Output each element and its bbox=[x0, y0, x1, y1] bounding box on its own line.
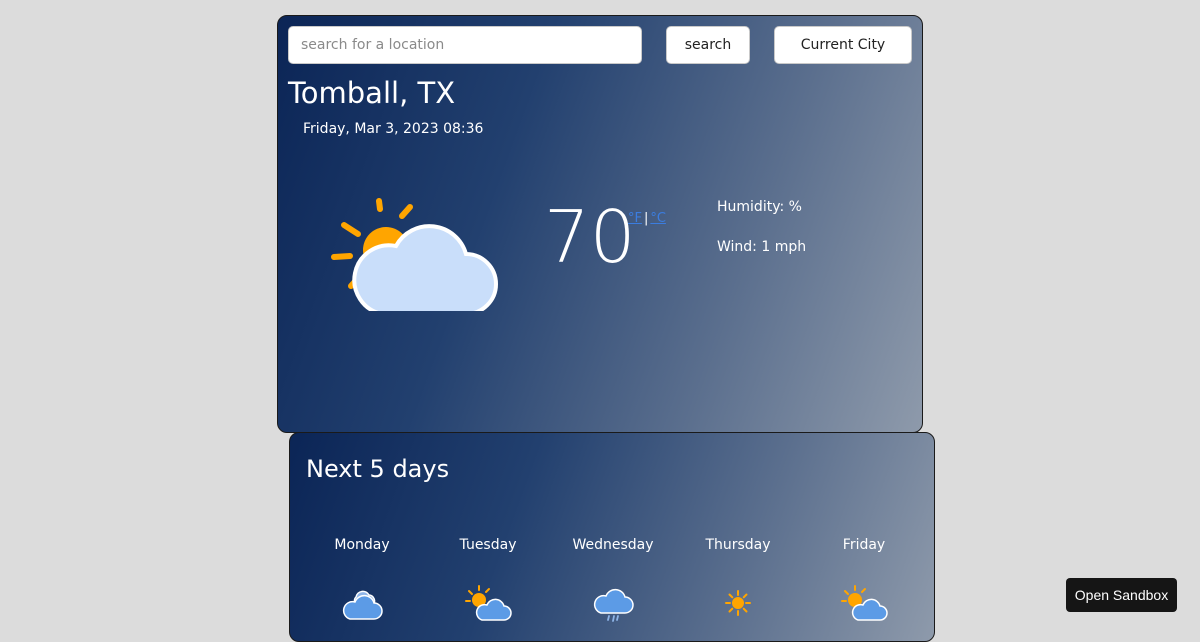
forecast-card: Next 5 days Monday Tuesday Wednesday Thu… bbox=[289, 432, 935, 642]
sun-icon bbox=[725, 590, 751, 616]
forecast-day: Tuesday bbox=[428, 537, 548, 623]
forecast-day-name: Thursday bbox=[705, 537, 771, 553]
forecast-day: Friday bbox=[804, 537, 924, 623]
celsius-link[interactable]: °C bbox=[650, 211, 666, 226]
forecast-day: Wednesday bbox=[553, 537, 673, 623]
search-input[interactable] bbox=[288, 26, 642, 64]
wind-speed: Wind: 1 mph bbox=[717, 239, 807, 255]
forecast-day-name: Friday bbox=[842, 537, 886, 553]
city-name: Tomball, TX bbox=[288, 76, 456, 110]
partly-cloudy-icon bbox=[465, 585, 512, 621]
humidity: Humidity: % bbox=[717, 199, 802, 215]
cloudy-icon bbox=[342, 590, 383, 620]
partly-cloudy-icon bbox=[331, 198, 498, 311]
current-date: Friday, Mar 3, 2023 08:36 bbox=[303, 121, 484, 137]
forecast-day-name: Tuesday bbox=[459, 537, 517, 553]
forecast-day-name: Monday bbox=[334, 537, 390, 553]
fahrenheit-link[interactable]: °F bbox=[628, 211, 642, 226]
rain-icon bbox=[593, 588, 634, 622]
search-button[interactable]: search bbox=[666, 26, 750, 64]
current-city-button[interactable]: Current City bbox=[774, 26, 912, 64]
forecast-title: Next 5 days bbox=[306, 455, 450, 483]
unit-toggle: °F | °C bbox=[628, 211, 666, 226]
forecast-day: Monday bbox=[302, 537, 422, 623]
forecast-day-name: Wednesday bbox=[572, 537, 654, 553]
open-sandbox-button[interactable]: Open Sandbox bbox=[1066, 578, 1177, 612]
partly-cloudy-icon bbox=[841, 585, 888, 621]
current-weather-card: search Current City Tomball, TX Friday, … bbox=[277, 15, 923, 433]
forecast-day: Thursday bbox=[678, 537, 798, 623]
current-temperature: 70 bbox=[544, 195, 636, 279]
